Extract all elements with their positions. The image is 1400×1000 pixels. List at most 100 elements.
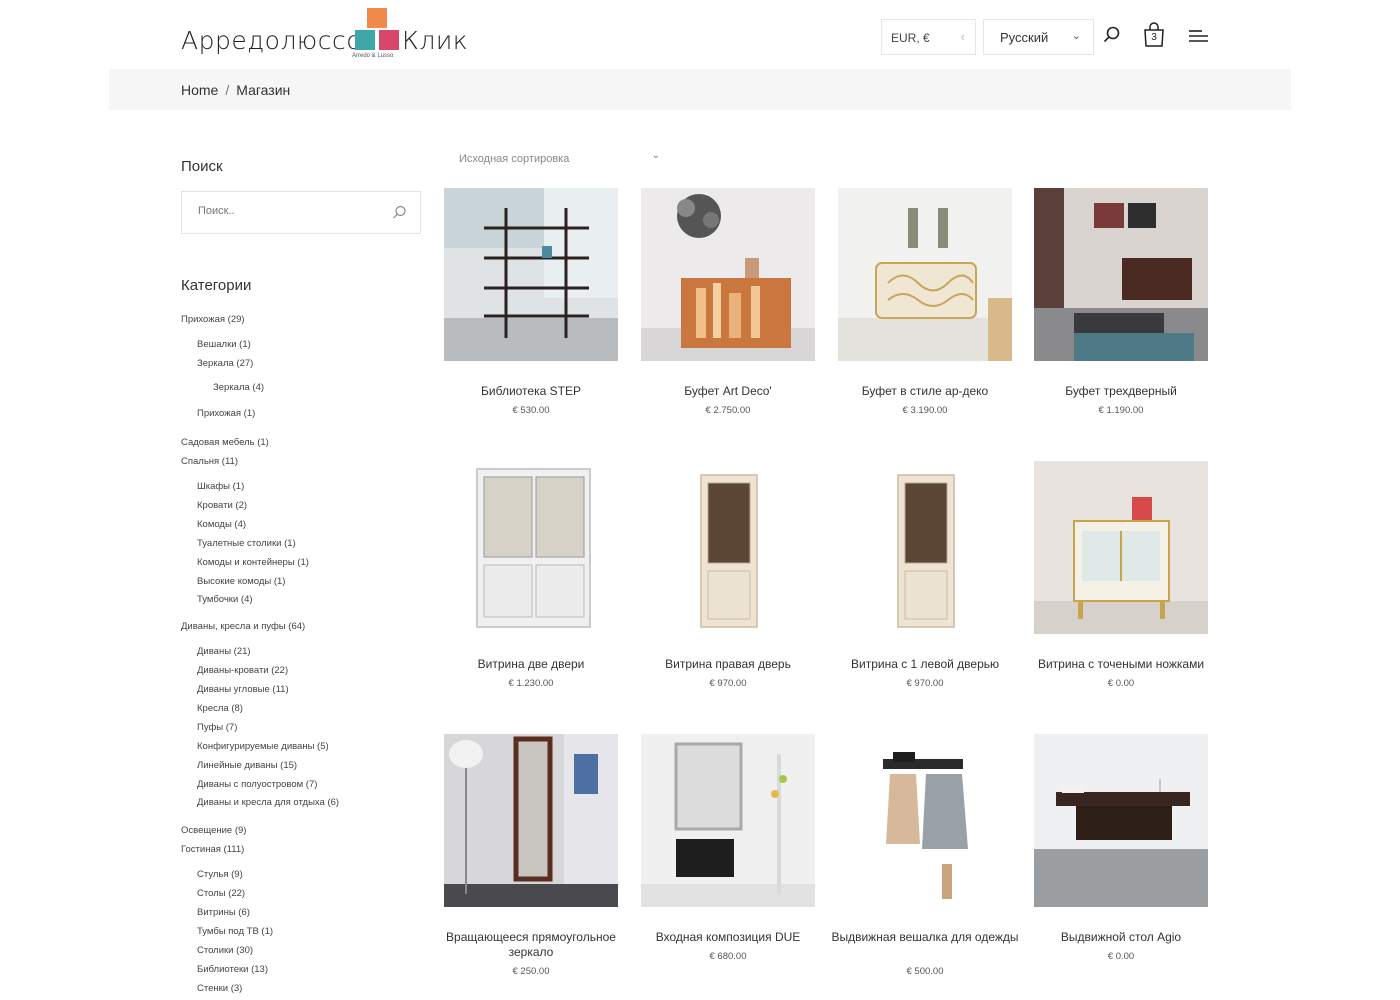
product-image[interactable] <box>641 734 815 907</box>
sort-select[interactable]: Исходная сортировка ⌄ <box>459 149 664 165</box>
cart-button[interactable]: 3 <box>1143 22 1165 48</box>
product-price: € 970.00 <box>709 678 747 689</box>
product-price: € 1.230.00 <box>508 678 554 689</box>
breadcrumb-home[interactable]: Home <box>181 82 218 98</box>
product-price: € 970.00 <box>906 678 944 689</box>
product-name[interactable]: Буфет Art Deco' <box>631 384 825 399</box>
product-name[interactable]: Библиотека STEP <box>434 384 628 399</box>
product-name[interactable]: Буфет в стиле ар-деко <box>828 384 1022 399</box>
product-name[interactable]: Входная композиция DUE <box>631 930 825 945</box>
product-price: € 2.750.00 <box>705 405 751 416</box>
logo-subtitle: Arredo & Lusso <box>352 53 394 59</box>
search-input[interactable] <box>198 205 378 217</box>
logo-square-teal <box>355 30 375 50</box>
category-item[interactable]: Спальня (11) <box>181 456 238 467</box>
category-item[interactable]: Прихожая (1) <box>197 408 255 419</box>
chevron-down-icon: ⌄ <box>651 150 660 161</box>
site-header: Арредолюссо Клик Arredo & Lusso EUR, € ‹… <box>0 0 1400 68</box>
product-price: € 1.190.00 <box>1098 405 1144 416</box>
chevron-left-icon: ‹ <box>960 29 965 44</box>
product-image[interactable] <box>1034 461 1208 634</box>
search-box <box>181 191 421 234</box>
category-item[interactable]: Прихожая (29) <box>181 314 245 325</box>
logo-text-left: Арредолюссо <box>181 26 363 55</box>
categories-title: Категории <box>181 277 252 294</box>
search-icon[interactable] <box>392 205 407 220</box>
product-price: € 0.00 <box>1107 678 1135 689</box>
category-item[interactable]: Стулья (9) <box>197 869 243 880</box>
category-item[interactable]: Туалетные столики (1) <box>197 538 296 549</box>
product-image[interactable] <box>1034 188 1208 361</box>
sort-value: Исходная сортировка <box>459 153 570 165</box>
category-item[interactable]: Садовая мебель (1) <box>181 437 269 448</box>
product-image[interactable] <box>838 734 1012 907</box>
language-value: Русский <box>1000 30 1049 45</box>
category-item[interactable]: Столы (22) <box>197 888 245 899</box>
product-name[interactable]: Вращающееся прямоугольное зеркало <box>434 930 628 960</box>
breadcrumb-separator: / <box>225 82 230 98</box>
category-item[interactable]: Стенки (3) <box>197 983 242 994</box>
product-image[interactable] <box>444 734 618 907</box>
site-logo[interactable]: Арредолюссо Клик Arredo & Lusso <box>181 8 468 62</box>
category-item[interactable]: Диваны и кресла для отдыха (6) <box>197 797 339 808</box>
category-item[interactable]: Библиотеки (13) <box>197 964 268 975</box>
product-price: € 250.00 <box>512 966 550 977</box>
product-name[interactable]: Витрина с 1 левой дверью <box>828 657 1022 672</box>
product-name[interactable]: Выдвижная вешалка для одежды <box>828 930 1022 945</box>
product-name[interactable]: Буфет трехдверный <box>1024 384 1218 399</box>
product-image[interactable] <box>1034 734 1208 907</box>
category-item[interactable]: Вешалки (1) <box>197 339 251 350</box>
currency-value: EUR, € <box>891 31 930 45</box>
product-image[interactable] <box>444 188 618 361</box>
category-item[interactable]: Комоды и контейнеры (1) <box>197 557 309 568</box>
currency-select[interactable]: EUR, € ‹ <box>881 19 976 55</box>
breadcrumb-current: Магазин <box>236 82 291 98</box>
category-item[interactable]: Тумбочки (4) <box>197 594 253 605</box>
product-name[interactable]: Витрина с точеными ножками <box>1024 657 1218 672</box>
product-price: € 530.00 <box>512 405 550 416</box>
logo-text-right: Клик <box>402 26 469 55</box>
category-item[interactable]: Витрины (6) <box>197 907 250 918</box>
product-price: € 3.190.00 <box>902 405 948 416</box>
cart-count: 3 <box>1151 32 1157 43</box>
category-item[interactable]: Диваны угловые (11) <box>197 684 289 695</box>
category-item[interactable]: Кровати (2) <box>197 500 247 511</box>
category-item[interactable]: Кресла (8) <box>197 703 243 714</box>
category-item[interactable]: Диваны (21) <box>197 646 251 657</box>
category-item[interactable]: Пуфы (7) <box>197 722 237 733</box>
language-select[interactable]: Русский ⌄ <box>983 19 1094 55</box>
search-title: Поиск <box>181 158 223 175</box>
category-item[interactable]: Освещение (9) <box>181 825 246 836</box>
category-item[interactable]: Зеркала (4) <box>213 382 264 393</box>
product-image[interactable] <box>641 461 815 634</box>
chevron-down-icon: ⌄ <box>1071 30 1081 42</box>
product-image[interactable] <box>838 188 1012 361</box>
product-name[interactable]: Витрина правая дверь <box>631 657 825 672</box>
product-name[interactable]: Витрина две двери <box>434 657 628 672</box>
product-name[interactable]: Выдвижной стол Agio <box>1024 930 1218 945</box>
category-item[interactable]: Конфигурируемые диваны (5) <box>197 741 329 752</box>
product-price: € 680.00 <box>709 951 747 962</box>
logo-square-pink <box>379 30 399 50</box>
category-item[interactable]: Комоды (4) <box>197 519 246 530</box>
breadcrumb-bar: Home / Магазин <box>109 69 1291 110</box>
category-item[interactable]: Зеркала (27) <box>197 358 253 369</box>
menu-icon[interactable] <box>1188 29 1209 43</box>
breadcrumb: Home / Магазин <box>181 82 290 98</box>
search-icon[interactable] <box>1103 26 1121 44</box>
logo-square-orange <box>367 8 387 28</box>
category-item[interactable]: Тумбы под ТВ (1) <box>197 926 273 937</box>
category-item[interactable]: Столики (30) <box>197 945 253 956</box>
category-item[interactable]: Высокие комоды (1) <box>197 576 285 587</box>
category-item[interactable]: Диваны-кровати (22) <box>197 665 288 676</box>
product-price: € 0.00 <box>1107 951 1135 962</box>
product-image[interactable] <box>444 461 618 634</box>
category-item[interactable]: Шкафы (1) <box>197 481 244 492</box>
category-item[interactable]: Гостиная (111) <box>181 844 244 855</box>
category-item[interactable]: Диваны, кресла и пуфы (64) <box>181 621 305 632</box>
category-item[interactable]: Линейные диваны (15) <box>197 760 297 771</box>
product-image[interactable] <box>641 188 815 361</box>
product-image[interactable] <box>838 461 1012 634</box>
category-item[interactable]: Диваны с полуостровом (7) <box>197 779 317 790</box>
product-price: € 500.00 <box>906 966 944 977</box>
